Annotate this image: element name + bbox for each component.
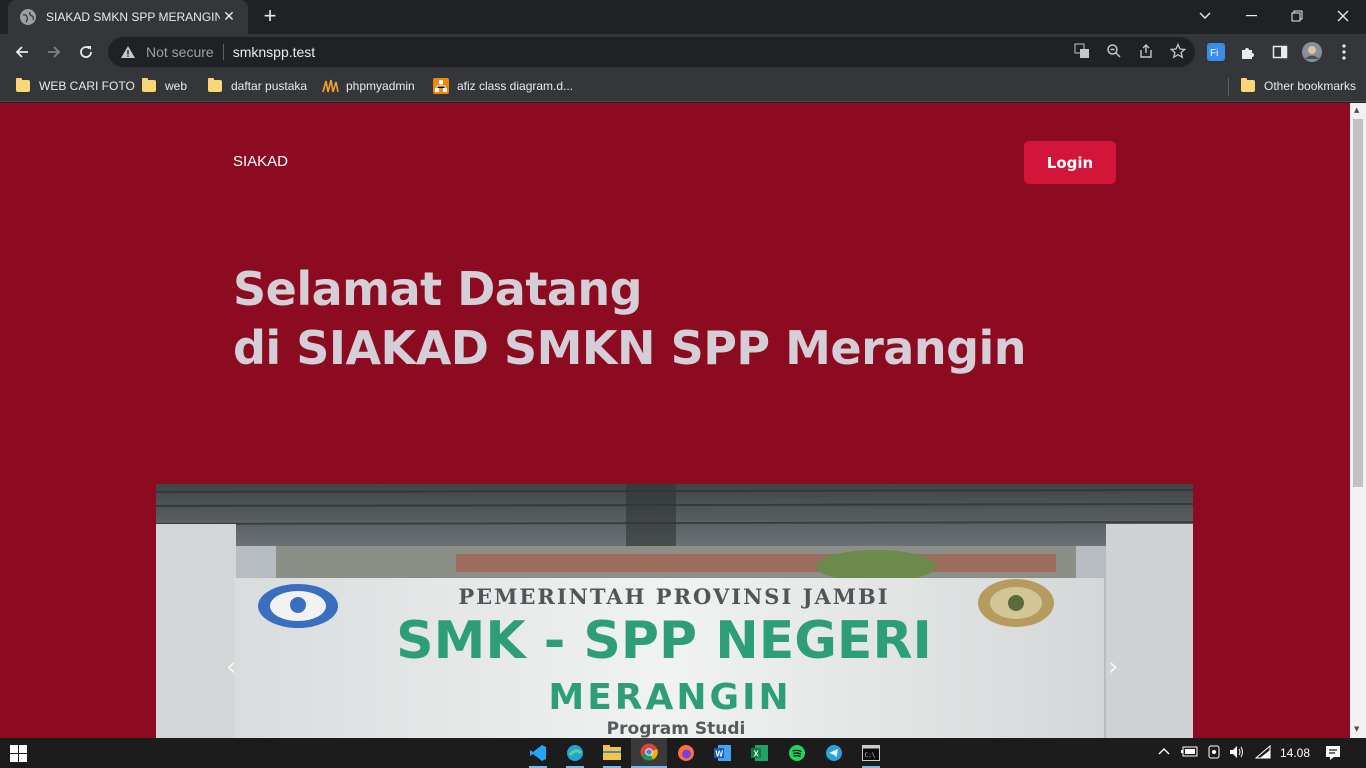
diagram-icon: [433, 78, 449, 94]
reload-button[interactable]: [72, 38, 100, 66]
chevron-up-icon[interactable]: [1158, 745, 1170, 759]
bookmark-item[interactable]: afiz class diagram.d...: [433, 76, 573, 96]
svg-text:X: X: [754, 750, 760, 759]
clock[interactable]: 14.08: [1280, 746, 1310, 760]
folder-icon: [16, 78, 30, 92]
share-icon[interactable]: [1137, 42, 1155, 60]
security-label[interactable]: Not secure: [146, 44, 214, 60]
profile-avatar[interactable]: [1302, 42, 1322, 62]
sign-line-1: PEMERINTAH PROVINSI JAMBI: [458, 584, 889, 609]
spotify-icon[interactable]: [779, 738, 815, 768]
forward-button[interactable]: [40, 38, 68, 66]
file-explorer-icon[interactable]: [594, 738, 630, 768]
svg-text:C:\: C:\: [865, 752, 876, 759]
zoom-icon[interactable]: [1105, 42, 1123, 60]
bookmark-label: afiz class diagram.d...: [457, 79, 574, 93]
notification-icon[interactable]: [1325, 745, 1341, 764]
firefox-icon[interactable]: [668, 738, 704, 768]
scrollbar-thumb[interactable]: [1353, 119, 1363, 487]
volume-icon[interactable]: [1229, 745, 1245, 762]
tab-close-icon[interactable]: ✕: [220, 9, 238, 25]
other-bookmarks-label: Other bookmarks: [1264, 79, 1357, 93]
folder-icon: [1241, 78, 1255, 92]
bookmark-item[interactable]: web: [142, 76, 187, 96]
bookmark-label: daftar pustaka: [231, 79, 308, 93]
scroll-down-arrow-icon[interactable]: ▼: [1354, 725, 1359, 733]
bookmark-star-icon[interactable]: [1169, 42, 1187, 60]
hero-line-2: di SIAKAD SMKN SPP Merangin: [233, 321, 1027, 375]
back-button[interactable]: [8, 38, 36, 66]
extension-fi-icon[interactable]: Fi: [1206, 42, 1226, 62]
page-viewport: SIAKAD Login Selamat Datang di SIAKAD SM…: [0, 103, 1350, 738]
carousel-next-button[interactable]: ›: [1108, 652, 1118, 682]
device-icon[interactable]: [1207, 745, 1221, 762]
phpmyadmin-icon: [322, 79, 339, 93]
close-window-button[interactable]: [1320, 0, 1366, 32]
terminal-icon[interactable]: C:\: [853, 738, 889, 768]
telegram-icon[interactable]: [816, 738, 852, 768]
address-bar[interactable]: Not secure smknspp.test: [108, 37, 1195, 67]
school-sign-photo: PEMERINTAH PROVINSI JAMBI SMK - SPP NEGE…: [156, 484, 1193, 738]
excel-icon[interactable]: X: [742, 738, 778, 768]
tab-search-icon[interactable]: [1182, 0, 1228, 32]
browser-tab[interactable]: SIAKAD SMKN SPP MERANGIN ✕: [8, 0, 248, 34]
wifi-icon[interactable]: [1254, 744, 1271, 762]
side-panel-icon[interactable]: [1270, 42, 1290, 62]
login-button[interactable]: Login: [1024, 141, 1116, 184]
svg-text:Fi: Fi: [1210, 48, 1218, 59]
bookmark-item[interactable]: WEB CARI FOTO: [16, 76, 135, 96]
windows-taskbar: W X C:\ 14.08: [0, 738, 1366, 768]
browser-toolbar: Not secure smknspp.test Fi: [0, 34, 1366, 70]
sign-line-3: MERANGIN: [548, 677, 791, 718]
bookmarks-divider: [1228, 78, 1229, 96]
sign-line-4: Program Studi: [607, 719, 746, 738]
url-text[interactable]: smknspp.test: [233, 44, 315, 60]
battery-icon[interactable]: [1181, 745, 1199, 760]
edge-icon[interactable]: [557, 738, 593, 768]
bookmark-label: WEB CARI FOTO: [39, 79, 135, 93]
omnibox-divider: [222, 44, 224, 60]
scroll-up-arrow-icon[interactable]: ▲: [1354, 106, 1359, 114]
bookmark-label: phpmyadmin: [346, 79, 415, 93]
tab-title: SIAKAD SMKN SPP MERANGIN: [46, 10, 220, 24]
globe-icon: [20, 9, 36, 25]
sign-line-2: SMK - SPP NEGERI: [396, 611, 932, 671]
folder-icon: [208, 78, 222, 92]
bookmark-item[interactable]: daftar pustaka: [208, 76, 307, 96]
menu-kebab-icon[interactable]: [1334, 42, 1354, 62]
windows-start-icon[interactable]: [10, 745, 27, 762]
minimize-button[interactable]: [1228, 0, 1274, 32]
folder-icon: [142, 78, 156, 92]
vscode-icon[interactable]: [520, 738, 556, 768]
bookmarks-bar: WEB CARI FOTO web daftar pustaka phpmyad…: [0, 70, 1366, 102]
extensions-puzzle-icon[interactable]: [1238, 42, 1258, 62]
svg-text:W: W: [716, 750, 724, 759]
other-bookmarks[interactable]: Other bookmarks: [1241, 76, 1356, 96]
new-tab-button[interactable]: +: [258, 5, 282, 29]
warning-icon[interactable]: [120, 45, 136, 59]
hero-title: Selamat Datang di SIAKAD SMKN SPP Merang…: [233, 260, 1027, 378]
chrome-icon[interactable]: [631, 738, 667, 768]
hero-line-1: Selamat Datang: [233, 262, 643, 316]
tab-strip: SIAKAD SMKN SPP MERANGIN ✕ +: [0, 0, 1366, 34]
carousel-prev-button[interactable]: ‹: [226, 652, 236, 682]
translate-icon[interactable]: [1073, 42, 1091, 60]
hero-carousel[interactable]: PEMERINTAH PROVINSI JAMBI SMK - SPP NEGE…: [156, 484, 1193, 738]
bookmark-label: web: [165, 79, 188, 93]
brand-logo-text[interactable]: SIAKAD: [233, 153, 288, 170]
restore-button[interactable]: [1274, 0, 1320, 32]
page-scrollbar[interactable]: ▲ ▼: [1350, 103, 1366, 738]
word-icon[interactable]: W: [705, 738, 741, 768]
bookmark-item[interactable]: phpmyadmin: [322, 76, 415, 96]
